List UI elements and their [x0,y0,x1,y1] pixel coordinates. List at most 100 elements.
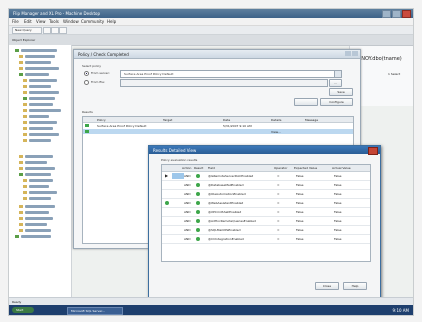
browse-button[interactable]: ... [329,79,342,87]
table-row-selected[interactable]: View... [83,129,353,134]
tree-item[interactable] [29,191,57,194]
cell-operator: = [277,183,280,187]
table-row[interactable]: ▶ AND @IsRemoteServerDACEnabled = False … [162,172,370,181]
tree-item[interactable] [29,179,53,182]
tree-item[interactable] [25,217,53,220]
tree-item[interactable] [25,229,51,232]
maximize-icon[interactable] [392,10,401,18]
check-circle-icon [165,201,169,205]
tree-item[interactable] [25,223,47,226]
tree-item[interactable] [29,115,49,118]
taskbar-item[interactable]: Microsoft SQL Server... [67,307,123,315]
tree-item[interactable] [29,121,57,124]
tree-item[interactable] [29,197,51,200]
table-row[interactable]: AND @XPCmdShellEnabled = False False [162,208,370,217]
taskbar: Start Microsoft SQL Server... 9:10 AM [9,305,413,315]
col-expected[interactable]: Expected Value [294,166,317,170]
table-row[interactable]: Surface Area Proof Policy Default 5/31/2… [83,123,353,128]
cell-operator: = [277,210,280,214]
col-result[interactable]: Result [194,166,203,170]
minimize-icon[interactable] [382,10,391,18]
menu-edit[interactable]: Edit [24,19,32,24]
radio-from-server[interactable] [84,71,89,76]
cell-action: AND [184,174,191,178]
file-path-input[interactable] [120,79,328,87]
menu-tools[interactable]: Tools [49,19,59,24]
col-field[interactable]: Field [208,166,215,170]
tree-item[interactable] [29,133,59,136]
server-policy-select[interactable]: Surface Area Proof Policy Default [120,70,342,78]
menu-window[interactable]: Window [63,19,79,24]
tree-item[interactable] [25,67,59,70]
table-row[interactable]: AND @SQLMailXPsEnabled = False False [162,226,370,235]
tree-item[interactable] [29,139,51,142]
save-button[interactable]: Save [329,88,353,96]
tree-item[interactable] [25,161,47,164]
menu-view[interactable]: View [36,19,46,24]
start-button[interactable]: Start [12,307,34,313]
cell-field: @SQLMailXPsEnabled [208,228,241,232]
table-row[interactable]: AND @WebAssistantEnabled = False False [162,199,370,208]
print-icon[interactable] [59,27,67,34]
check-circle-icon [196,183,200,187]
folder-icon [23,133,27,136]
tree-item[interactable] [29,97,55,100]
table-row[interactable]: AND @ClrIntegrationEnabled = False False [162,235,370,244]
col-message[interactable]: Message [305,118,318,122]
save-icon[interactable] [51,27,59,34]
close-icon[interactable] [402,10,411,18]
new-query-button[interactable]: New Query [12,27,42,34]
menu-community[interactable]: Community [81,19,104,24]
tree-item[interactable] [21,49,57,52]
tree-item[interactable] [21,235,51,238]
tree-item[interactable] [25,55,55,58]
chevron-down-icon[interactable] [334,71,341,77]
col-operator[interactable]: Operator [274,166,287,170]
close-button[interactable]: Close [315,282,339,290]
minimize-icon[interactable] [345,51,351,56]
tree-item[interactable] [29,85,51,88]
table-row[interactable]: AND @DatabaseMailEnabled = False False [162,181,370,190]
cell-operator: = [277,237,280,241]
tree-item[interactable] [25,211,49,214]
tree-item[interactable] [25,155,53,158]
check-circle-icon [196,174,200,178]
col-target[interactable]: Target [163,118,172,122]
tree-item[interactable] [29,185,49,188]
tree-item[interactable] [29,103,53,106]
tree-item[interactable] [25,167,55,170]
tree-item[interactable] [25,73,49,76]
col-actual[interactable]: Actual Value [332,166,351,170]
tree-item[interactable] [25,61,51,64]
cell-actual: False [334,228,342,232]
menu-help[interactable]: Help [107,19,116,24]
tree-item[interactable] [29,127,53,130]
close-icon[interactable] [352,51,358,56]
radio-from-file[interactable] [84,80,89,85]
dialog-title-bar: Policy / Check Completed [74,50,360,59]
tree-item[interactable] [29,91,59,94]
col-date[interactable]: Date [223,118,230,122]
col-details[interactable]: Details [271,118,281,122]
menu-file[interactable]: File [12,19,19,24]
col-action[interactable]: Action [182,166,191,170]
inner-dialog-title: Results Detailed View [153,148,197,153]
row-policy: Surface Area Proof Policy Default [97,124,147,128]
open-icon[interactable] [43,27,51,34]
configure-button[interactable]: Configure [320,98,353,106]
cell-actual: False [334,210,342,214]
help-button[interactable]: Help [343,282,367,290]
tree-item[interactable] [25,173,51,176]
check-button[interactable] [294,98,318,106]
table-row[interactable]: AND @OleAutomationEnabled = False False [162,190,370,199]
row-details-link[interactable]: View... [271,130,281,134]
close-icon[interactable] [368,147,378,155]
table-row[interactable]: AND @AdHocRemoteQueriesEnabled = False F… [162,217,370,226]
tree-item[interactable] [25,205,55,208]
cell-field: @OleAutomationEnabled [208,192,246,196]
col-policy[interactable]: Policy [97,118,106,122]
tree-item[interactable] [29,109,61,112]
folder-icon [23,109,27,112]
server-icon [15,49,19,52]
tree-item[interactable] [29,79,57,82]
